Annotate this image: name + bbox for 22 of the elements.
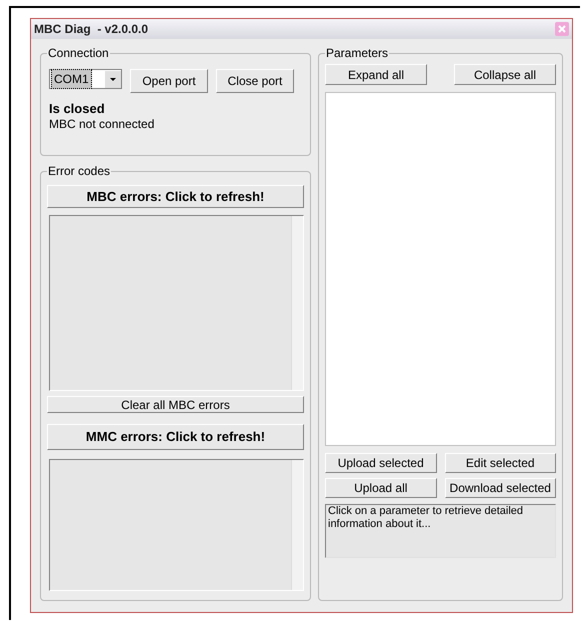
- push-button[interactable]: Collapse all: [454, 64, 556, 85]
- close-icon[interactable]: [555, 22, 569, 36]
- port-value: COM1: [51, 69, 92, 89]
- group-title: Connection: [47, 46, 110, 60]
- port-dropdown[interactable]: COM1: [49, 69, 122, 89]
- push-button[interactable]: Upload selected: [325, 453, 436, 473]
- refresh-button[interactable]: MMC errors: Click to refresh!: [47, 424, 304, 450]
- push-button[interactable]: Download selected: [444, 478, 556, 498]
- group-title: Parameters: [325, 46, 390, 60]
- push-button[interactable]: Open port: [130, 69, 208, 93]
- push-button[interactable]: Close port: [216, 69, 294, 93]
- caret-icon: [105, 70, 121, 88]
- connection-status: Is closed: [49, 101, 106, 117]
- push-button[interactable]: Upload all: [325, 478, 436, 498]
- push-button[interactable]: Clear all MBC errors: [47, 396, 304, 413]
- info-box: Click on a parameter to retrieve detailed information about it...: [325, 504, 556, 558]
- group-title: Error codes: [47, 164, 112, 178]
- window-title: MBC Diag - v2.0.0.0: [34, 21, 148, 38]
- connection-message: MBC not connected: [49, 117, 156, 131]
- refresh-button[interactable]: MBC errors: Click to refresh!: [47, 185, 304, 208]
- push-button[interactable]: Expand all: [325, 64, 427, 85]
- push-button[interactable]: Edit selected: [444, 453, 556, 473]
